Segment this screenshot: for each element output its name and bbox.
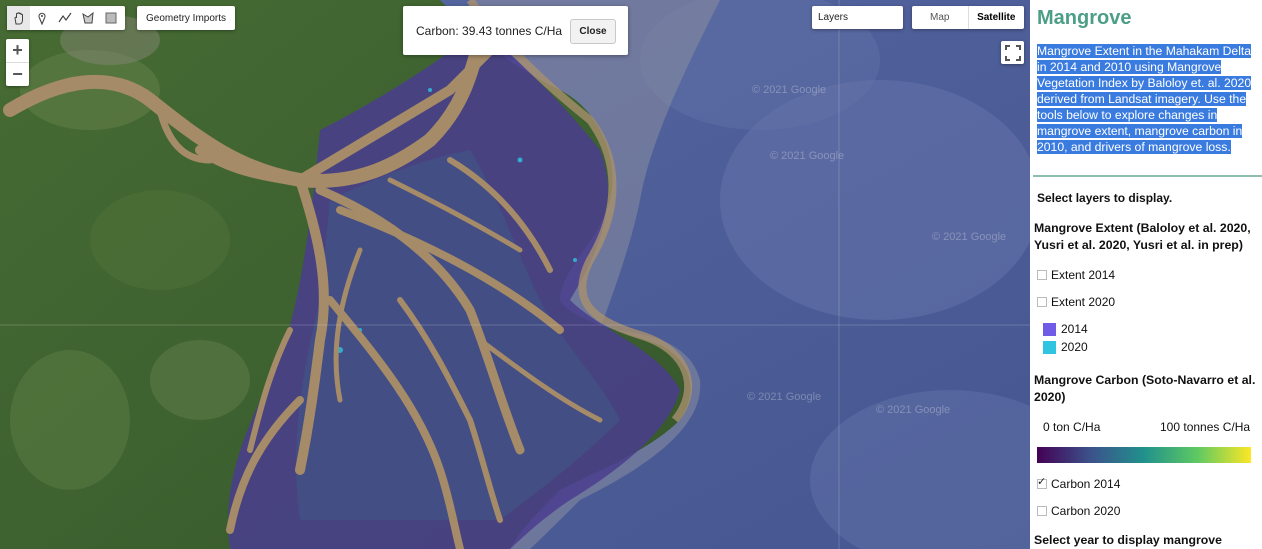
zoom-out-button[interactable]: − [6,63,29,86]
extent-2014-checkbox[interactable] [1037,270,1047,280]
layers-button[interactable]: Layers [812,6,903,29]
carbon-heading: Mangrove Carbon (Soto-Navarro et al. 202… [1034,373,1256,404]
map-canvas[interactable]: © 2021 Google © 2021 Google © 2021 Googl… [0,0,1030,549]
carbon-2020-checkbox[interactable] [1037,506,1047,516]
extent-2014-label: Extent 2014 [1051,268,1116,282]
panel-title: Mangrove [1037,7,1132,29]
hand-icon [13,12,23,25]
polyline-icon [58,12,71,23]
panel-description: Mangrove Extent in the Mahakam Delta in … [1037,43,1259,155]
zoom-control: + − [6,39,29,86]
google-watermark: © 2021 Google [747,391,822,403]
rectangle-icon [105,12,116,24]
popup-close-button[interactable]: Close [570,19,616,44]
map-type-map-button[interactable]: Map [912,6,969,29]
select-layers-label: Select layers to display. [1037,191,1173,205]
polygon-icon [81,11,94,24]
google-watermark: © 2021 Google [876,404,951,416]
carbon-2020-toggle[interactable]: Carbon 2020 [1037,504,1120,518]
carbon-2020-label: Carbon 2020 [1051,504,1121,518]
legend-item-2014: 2014 [1043,322,1088,336]
polyline-tool-button[interactable] [53,6,76,30]
fullscreen-icon [1004,44,1021,61]
polygon-tool-button[interactable] [76,6,99,30]
colorbar-min-label: 0 ton C/Ha [1043,420,1101,434]
legend-swatch-2020 [1043,340,1056,354]
google-watermark: © 2021 Google [770,150,845,162]
side-panel: Mangrove Mangrove Extent in the Mahakam … [1030,0,1262,549]
popup-carbon-text: Carbon: 39.43 tonnes C/Ha [416,23,563,38]
map-type-satellite-button[interactable]: Satellite [969,6,1025,29]
carbon-2014-label: Carbon 2014 [1051,477,1121,491]
fullscreen-button[interactable] [1001,41,1024,64]
legend-label-2020: 2020 [1061,340,1088,354]
satellite-imagery [0,0,1030,549]
extent-2020-checkbox[interactable] [1037,297,1047,307]
google-watermark: © 2021 Google [752,84,827,96]
drawing-toolbar [7,6,125,30]
geometry-imports-button[interactable]: Geometry Imports [137,6,236,30]
marker-icon [37,12,46,25]
legend-swatch-2014 [1043,322,1056,336]
hand-tool-button[interactable] [7,6,30,30]
select-year-heading: Select year to display mangrove [1034,533,1222,547]
carbon-2014-checkbox[interactable] [1037,475,1047,489]
colorbar-max-label: 100 tonnes C/Ha [1160,420,1251,434]
zoom-in-button[interactable]: + [6,39,29,62]
legend-item-2020: 2020 [1043,340,1088,354]
extent-2020-toggle[interactable]: Extent 2020 [1037,295,1115,309]
extent-2014-toggle[interactable]: Extent 2014 [1037,268,1115,282]
carbon-2014-toggle[interactable]: Carbon 2014 [1037,475,1121,491]
google-watermark: © 2021 Google [932,231,1007,243]
panel-divider [1033,175,1262,177]
extent-heading: Mangrove Extent (Baloloy et al. 2020, Yu… [1034,221,1251,252]
rectangle-tool-button[interactable] [99,6,122,30]
carbon-colorbar [1037,447,1251,463]
marker-tool-button[interactable] [30,6,53,30]
panel-description-text: Mangrove Extent in the Mahakam Delta in … [1037,44,1252,154]
map-type-control: Map Satellite [912,6,1024,29]
carbon-popup: Carbon: 39.43 tonnes C/Ha Close [403,6,628,55]
extent-2020-label: Extent 2020 [1051,295,1116,309]
legend-label-2014: 2014 [1061,322,1088,336]
